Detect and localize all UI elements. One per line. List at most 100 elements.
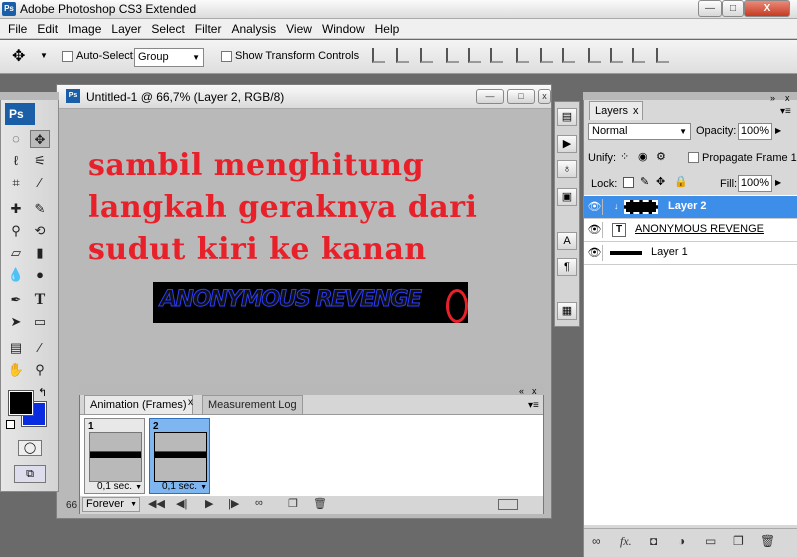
frame-1[interactable]: 1 0,1 sec. ▼ [84,418,145,494]
eye-icon[interactable]: 👁 [587,222,603,238]
distribute-hcenter-icon[interactable] [610,48,623,63]
frame-delay[interactable]: 0,1 sec. [162,481,197,492]
distribute-vcenter-icon[interactable] [540,48,553,63]
close-button[interactable]: X [744,0,790,17]
lock-pixels-icon[interactable]: ✎ [640,175,649,188]
screen-mode-icon[interactable]: ⧉ [14,465,46,483]
menu-image[interactable]: Image [63,19,106,38]
play-icon[interactable]: ▶ [205,497,213,510]
document-minimize-button[interactable]: — [476,89,504,104]
eye-icon[interactable]: 👁 [587,245,603,261]
fill-input[interactable]: 100% [738,175,772,192]
type-tool-icon[interactable]: T [30,291,50,309]
animation-close-icon[interactable]: x [532,386,537,396]
align-left-icon[interactable] [446,48,459,63]
shape-tool-icon[interactable]: ▭ [30,313,50,331]
delay-chevron-icon[interactable]: ▼ [135,484,142,491]
show-transform-checkbox[interactable] [221,51,232,62]
new-group-icon[interactable]: ▭ [705,534,716,548]
menu-analysis[interactable]: Analysis [226,19,281,38]
frame-2[interactable]: 2 0,1 sec. ▼ [149,418,210,494]
dodge-tool-icon[interactable]: ● [30,266,50,284]
layers-menu-icon[interactable]: ▾≡ [780,106,791,117]
menu-view[interactable]: View [281,19,317,38]
distribute-bottom-icon[interactable] [562,48,575,63]
magic-wand-tool-icon[interactable]: ⚟ [30,152,50,170]
layer-row-layer-1[interactable]: 👁 Layer 1 [584,242,797,265]
lasso-tool-icon[interactable]: ℓ [6,152,26,170]
unify-visibility-icon[interactable]: ◉ [638,150,648,163]
marquee-tool-icon[interactable]: ◌ [6,130,26,148]
layers-panel-header[interactable] [583,92,797,100]
layer-row-layer-2[interactable]: 👁 ↓ Layer 2 [584,196,797,219]
tab-measurement-log[interactable]: Measurement Log [202,395,303,414]
lock-position-icon[interactable]: ✥ [656,175,665,188]
stamp-tool-icon[interactable]: ⚲ [6,222,26,240]
animation-panel-header[interactable] [79,384,544,395]
align-bottom-icon[interactable] [420,48,433,63]
slice-tool-icon[interactable]: ⁄ [30,174,50,192]
path-select-tool-icon[interactable]: ➤ [6,313,26,331]
tab-layers[interactable]: Layers x [589,101,643,120]
blend-mode-dropdown[interactable]: Normal ▼ [588,123,691,140]
distribute-left-icon[interactable] [588,48,601,63]
lock-all-icon[interactable]: 🔒 [674,175,688,188]
history-brush-tool-icon[interactable]: ⟲ [30,222,50,240]
link-layers-icon[interactable]: ∞ [592,534,601,548]
delete-frame-icon[interactable]: 🗑 [313,497,327,510]
eraser-tool-icon[interactable]: ▱ [6,244,26,262]
loop-dropdown[interactable]: Forever ▼ [82,497,140,512]
menu-help[interactable]: Help [370,19,405,38]
zoom-tool-icon[interactable]: ⚲ [30,361,50,379]
crop-tool-icon[interactable]: ⌗ [6,174,26,192]
auto-select-dropdown[interactable]: Group ▼ [134,48,204,67]
delay-chevron-icon[interactable]: ▼ [200,484,207,491]
tween-icon[interactable]: ∞ [255,497,263,509]
menu-window[interactable]: Window [317,19,370,38]
tool-presets-panel-icon[interactable]: ▣ [557,188,577,206]
auto-select-checkbox[interactable] [62,51,73,62]
pen-tool-icon[interactable]: ✒ [6,291,26,309]
menu-filter[interactable]: Filter [190,19,227,38]
fill-chevron-icon[interactable]: ▶ [775,178,781,187]
healing-tool-icon[interactable]: ✚ [6,200,26,218]
first-frame-icon[interactable]: ◀◀ [148,497,165,510]
document-close-button[interactable]: x [538,89,551,104]
move-tool-icon[interactable]: ✥ [12,46,25,66]
menu-layer[interactable]: Layer [106,19,146,38]
opacity-input[interactable]: 100% [738,123,772,140]
collapse-arrows-icon[interactable]: » [770,93,775,103]
align-hcenter-icon[interactable] [468,48,481,63]
previous-frame-icon[interactable]: ◀| [176,497,187,510]
swap-colors-icon[interactable]: ↰ [38,386,47,399]
lock-transparency-icon[interactable] [623,177,634,188]
unify-style-icon[interactable]: ⚙ [656,150,666,163]
propagate-frame-checkbox[interactable] [688,152,699,163]
eyedropper-tool-icon[interactable]: ⁄ [30,339,50,357]
gradient-tool-icon[interactable]: ▮ [30,244,50,262]
quick-mask-icon[interactable]: ◯ [18,440,42,456]
layers-tab-close-icon[interactable]: x [633,105,639,117]
align-top-icon[interactable] [372,48,385,63]
distribute-top-icon[interactable] [516,48,529,63]
align-vcenter-icon[interactable] [396,48,409,63]
auto-align-icon[interactable] [656,48,669,63]
character-panel-icon[interactable]: A [557,232,577,250]
tab-animation-frames[interactable]: Animation (Frames) [84,395,193,414]
layer-style-button[interactable]: fx. [620,534,632,549]
collapse-arrows-icon[interactable]: « [519,386,524,396]
move-tool-button[interactable]: ✥ [30,130,50,148]
minimize-button[interactable]: — [698,0,722,17]
convert-timeline-icon[interactable] [498,499,518,510]
tool-preset-chevron-icon[interactable]: ▼ [40,51,48,60]
actions-panel-icon[interactable]: ▶ [557,135,577,153]
adjustment-layer-icon[interactable]: ◑ [678,534,685,548]
brushes-panel-icon[interactable]: ♁ [557,160,577,178]
opacity-chevron-icon[interactable]: ▶ [775,126,781,135]
default-colors-icon[interactable] [6,420,15,429]
eye-icon[interactable]: 👁 [587,199,603,215]
layer-row-anonymous-revenge[interactable]: 👁 T ANONYMOUS REVENGE [584,219,797,242]
animation-menu-icon[interactable]: ▾≡ [528,400,539,411]
delete-layer-icon[interactable]: 🗑 [760,534,775,548]
animation-tab-close-icon[interactable]: x [188,397,193,408]
